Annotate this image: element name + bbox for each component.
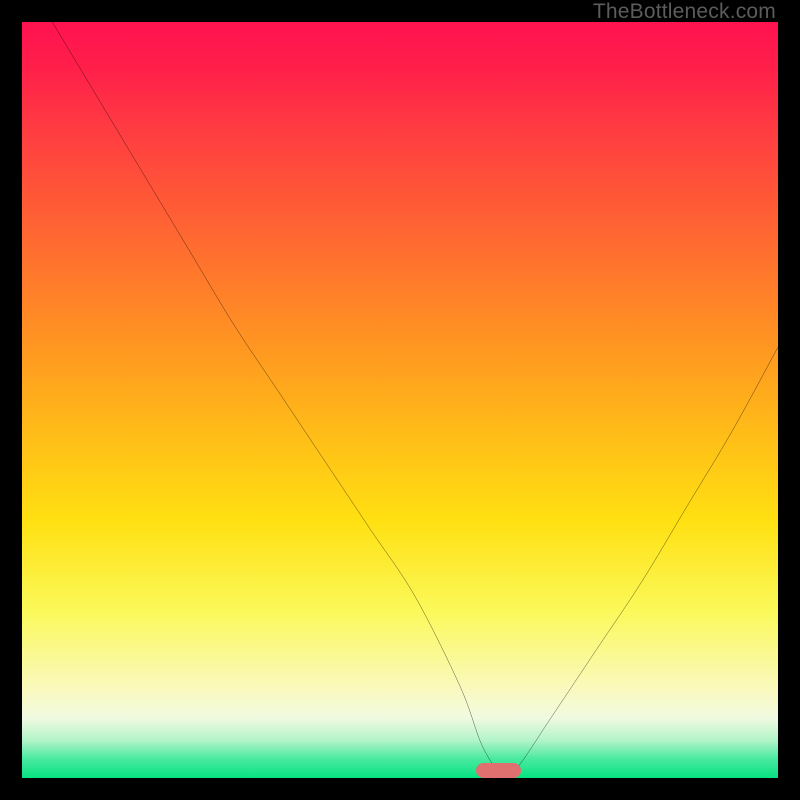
bottleneck-curve — [22, 22, 778, 778]
plot-area — [22, 22, 778, 778]
watermark-text: TheBottleneck.com — [593, 0, 776, 24]
curve-path — [52, 22, 778, 778]
chart-frame: TheBottleneck.com — [0, 0, 800, 800]
optimal-marker — [476, 763, 521, 778]
